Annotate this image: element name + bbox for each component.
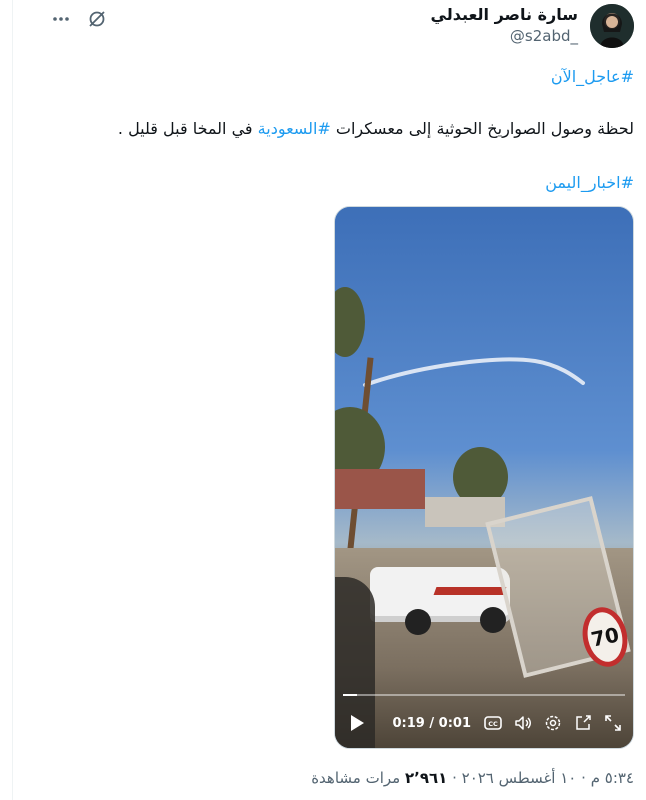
tweet-header: سارة ناصر العبدلي @s2abd_ [34,4,634,50]
tweet-text-part: لحظة وصول الصواريخ الحوثية إلى معسكرات [330,119,634,138]
truck-stripe [433,587,507,595]
video-controls: 0:19 / 0:01 CC [335,698,633,748]
grok-icon[interactable] [86,8,108,30]
tweet-text-part: في المخا قبل قليل . [117,119,258,138]
hashtag-breaking: #عاجل_الآن [34,66,634,88]
video-time: 0:19 / 0:01 [392,715,471,731]
hashtag-link[interactable]: #السعودية [258,119,331,138]
video-progress-fill [343,694,358,696]
missile-trail [363,357,585,387]
more-icon[interactable] [50,8,72,30]
svg-text:CC: CC [488,720,498,728]
post-date[interactable]: ١٠ أغسطس ٢٠٢٦ [462,769,577,787]
tweet-meta: ٥:٣٤ م · ١٠ أغسطس ٢٠٢٦ · ٢٬٩٦١ مرات مشاه… [311,768,634,788]
tweet-text: لحظة وصول الصواريخ الحوثية إلى معسكرات #… [34,118,634,140]
settings-icon[interactable] [543,713,563,733]
captions-icon[interactable]: CC [483,713,503,733]
post-time[interactable]: ٥:٣٤ م [591,769,634,787]
truck-wheel [405,609,431,635]
meta-separator: · [581,769,586,787]
truck-wheel [480,607,506,633]
author-names: سارة ناصر العبدلي @s2abd_ [431,4,578,46]
header-actions [50,8,108,30]
hashtag-link[interactable]: #عاجل_الآن [551,67,634,86]
author-display-name[interactable]: سارة ناصر العبدلي [431,4,578,26]
hashtag-link[interactable]: #اخبار_اليمن [545,173,634,192]
hashtag-yemen-news: #اخبار_اليمن [34,172,634,194]
video-control-icons: CC [483,713,623,733]
avatar[interactable] [590,4,634,48]
building [335,469,425,509]
pip-icon[interactable] [573,713,593,733]
author-handle[interactable]: @s2abd_ [431,26,578,46]
video-progress-bar[interactable] [343,694,625,696]
volume-icon[interactable] [513,713,533,733]
views-label: مرات مشاهدة [311,769,401,787]
fullscreen-icon[interactable] [603,713,623,733]
play-icon[interactable] [345,711,369,735]
views-count: ٢٬٩٦١ [404,769,448,787]
video-player[interactable]: 70 0:19 / 0:01 CC [334,206,634,749]
meta-separator: · [452,769,457,787]
